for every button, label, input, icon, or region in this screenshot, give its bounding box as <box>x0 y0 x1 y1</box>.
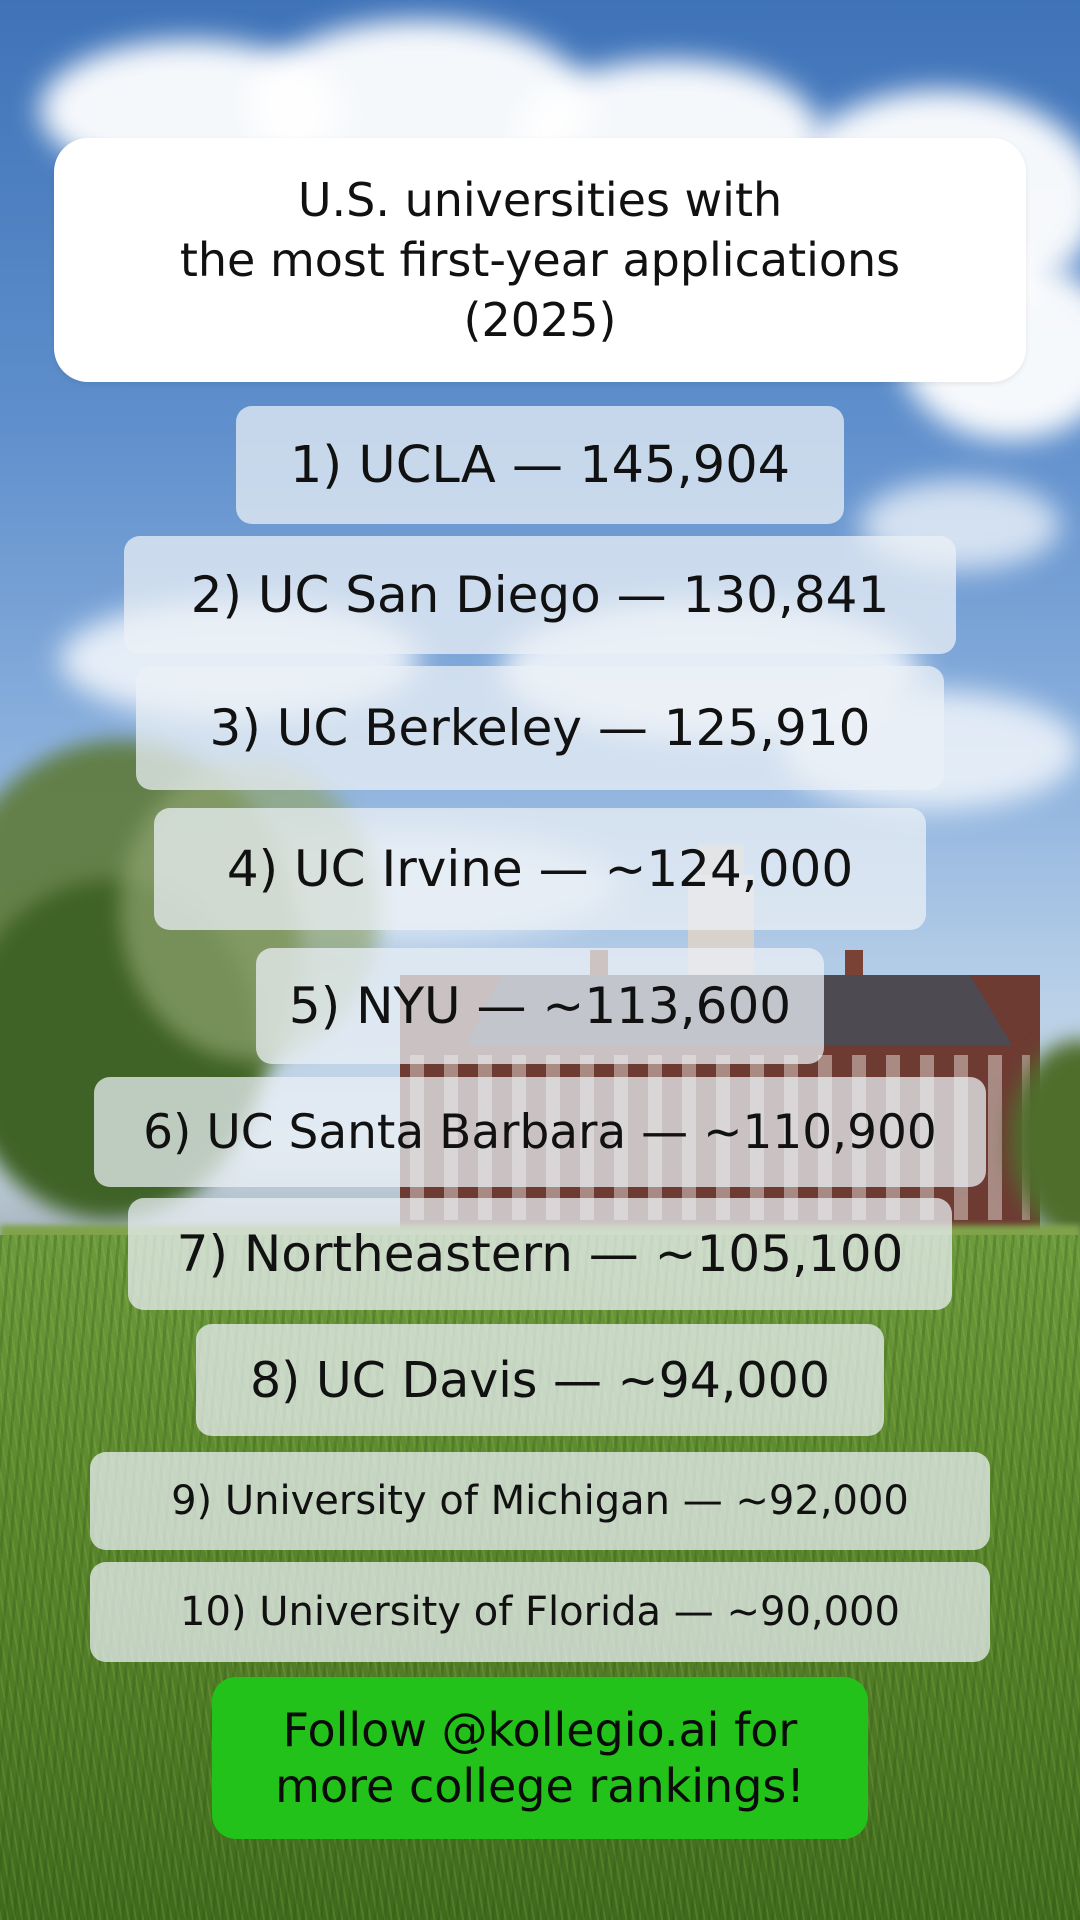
ranking-item-4: 4) UC Irvine — ~124,000 <box>154 808 926 930</box>
ranking-label: 6) UC Santa Barbara — ~110,900 <box>143 1104 937 1160</box>
ranking-label: 5) NYU — ~113,600 <box>288 977 792 1035</box>
ranking-label: 2) UC San Diego — 130,841 <box>190 566 890 624</box>
ranking-item-7: 7) Northeastern — ~105,100 <box>128 1198 952 1310</box>
ranking-item-5: 5) NYU — ~113,600 <box>256 948 824 1064</box>
ranking-item-10: 10) University of Florida — ~90,000 <box>90 1562 990 1662</box>
ranking-item-3: 3) UC Berkeley — 125,910 <box>136 666 944 790</box>
ranking-item-2: 2) UC San Diego — 130,841 <box>124 536 956 654</box>
title-card: U.S. universities with the most first-ye… <box>54 138 1026 382</box>
title-line-3: (2025) <box>463 293 617 347</box>
ranking-item-6: 6) UC Santa Barbara — ~110,900 <box>94 1077 986 1187</box>
cta-line-1: Follow @kollegio.ai for <box>282 1703 798 1757</box>
follow-cta-banner[interactable]: Follow @kollegio.ai for more college ran… <box>212 1677 868 1839</box>
ranking-item-9: 9) University of Michigan — ~92,000 <box>90 1452 990 1550</box>
ranking-label: 3) UC Berkeley — 125,910 <box>209 699 871 757</box>
ranking-item-1: 1) UCLA — 145,904 <box>236 406 844 524</box>
ranking-label: 7) Northeastern — ~105,100 <box>176 1225 904 1283</box>
title-line-1: U.S. universities with <box>297 173 783 227</box>
ranking-label: 1) UCLA — 145,904 <box>289 435 791 495</box>
ranking-item-8: 8) UC Davis — ~94,000 <box>196 1324 884 1436</box>
page-title: U.S. universities with the most first-ye… <box>180 170 900 350</box>
ranking-label: 8) UC Davis — ~94,000 <box>249 1351 831 1409</box>
cta-text: Follow @kollegio.ai for more college ran… <box>275 1702 805 1814</box>
title-line-2: the most first-year applications <box>179 233 901 287</box>
ranking-label: 4) UC Irvine — ~124,000 <box>226 840 854 898</box>
ranking-label: 9) University of Michigan — ~92,000 <box>171 1478 909 1524</box>
ranking-label: 10) University of Florida — ~90,000 <box>180 1589 900 1635</box>
cta-line-2: more college rankings! <box>275 1759 805 1813</box>
